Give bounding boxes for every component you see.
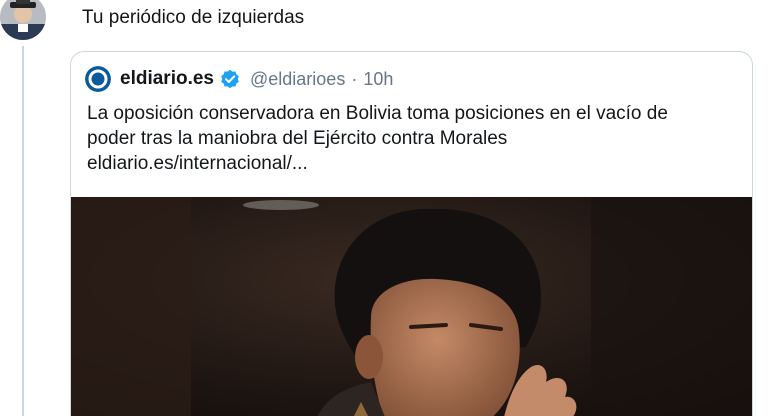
tweet-container: Tu periódico de izquierdas eldiario.es @… xyxy=(0,0,768,416)
quoted-text-line-1: La oposición conservadora en Bolivia tom… xyxy=(87,103,668,124)
quoted-tweet-time[interactable]: 10h xyxy=(363,69,393,90)
quoted-author-handle[interactable]: @eldiarioes xyxy=(250,69,345,90)
news-photo xyxy=(71,197,752,416)
tweet-text: Tu periódico de izquierdas xyxy=(82,7,305,28)
verified-badge-icon xyxy=(220,69,240,89)
quoted-tweet-header: eldiario.es @eldiarioes · 10h xyxy=(85,66,393,92)
quoted-tweet-link[interactable]: eldiario.es/internacional/... xyxy=(87,151,737,176)
thread-line xyxy=(22,46,24,416)
quoted-text-line-2: poder tras la maniobra del Ejército cont… xyxy=(87,128,508,149)
eldiario-logo-icon[interactable] xyxy=(85,66,111,92)
separator-dot: · xyxy=(351,68,358,89)
quoted-author-name[interactable]: eldiario.es xyxy=(120,68,214,90)
user-avatar[interactable] xyxy=(0,0,46,40)
avatar-image xyxy=(0,0,46,40)
quoted-tweet-image[interactable] xyxy=(71,197,752,416)
quoted-tweet-card[interactable]: eldiario.es @eldiarioes · 10h La oposici… xyxy=(70,51,753,416)
quoted-tweet-text: La oposición conservadora en Bolivia tom… xyxy=(87,101,737,176)
